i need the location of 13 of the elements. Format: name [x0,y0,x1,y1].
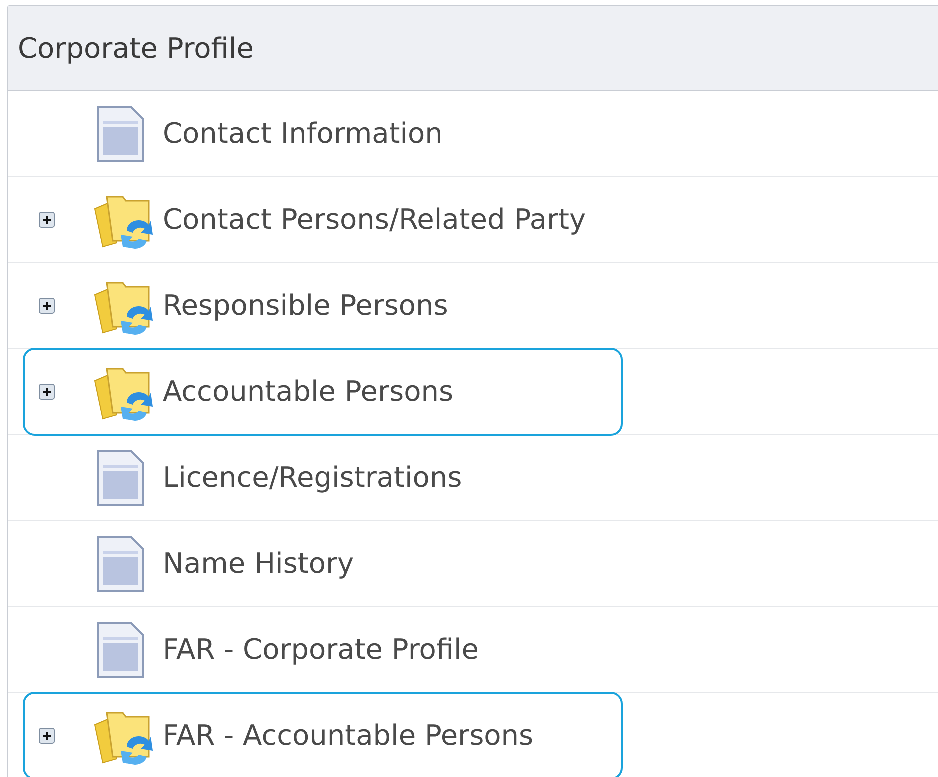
panel-title: Corporate Profile [18,32,254,64]
tree-item-label[interactable]: Name History [163,547,354,580]
expand-icon[interactable] [39,728,55,744]
tree-item-label[interactable]: FAR - Corporate Profile [163,633,479,666]
tree-item-label[interactable]: Responsible Persons [163,289,448,322]
tree-item-label[interactable]: FAR - Accountable Persons [163,719,534,752]
tree-item-label[interactable]: Licence/Registrations [163,461,462,494]
tree-item-label[interactable]: Accountable Persons [163,375,454,408]
expand-icon[interactable] [39,298,55,314]
expand-icon[interactable] [39,212,55,228]
tree-item-label[interactable]: Contact Persons/Related Party [163,203,586,236]
expand-icon[interactable] [39,384,55,400]
tree-item-label[interactable]: Contact Information [163,117,443,150]
